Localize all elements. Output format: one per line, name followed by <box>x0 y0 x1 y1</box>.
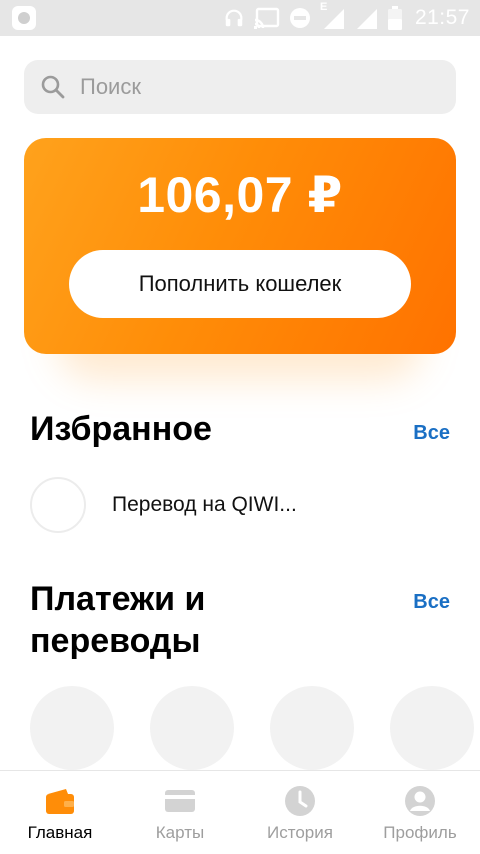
nav-item-home[interactable]: Главная <box>0 771 120 854</box>
favorite-item[interactable]: Перевод на QIWI... <box>30 475 430 535</box>
signal-icon <box>356 9 377 29</box>
app-notification-icon <box>12 6 36 30</box>
clock-icon <box>285 786 315 816</box>
balance-amount: 106,07 ₽ <box>137 167 343 223</box>
payment-item-placeholder[interactable] <box>390 686 474 770</box>
favorite-avatar <box>30 477 86 533</box>
balance-card: 106,07 ₽ Пополнить кошелек <box>24 138 456 354</box>
profile-icon <box>405 786 435 816</box>
payments-title-line2: переводы <box>30 622 201 660</box>
nav-item-cards[interactable]: Карты <box>120 771 240 854</box>
search-input[interactable] <box>80 74 420 100</box>
status-time: 21:57 <box>414 6 470 29</box>
main-screen: E 21:57 106,07 ₽ Пополнить кошелек Избра <box>0 0 480 854</box>
favorites-title: Избранное <box>30 410 212 448</box>
favorites-see-all-link[interactable]: Все <box>413 422 450 445</box>
bottom-navigation: Главная Карты История Профиль <box>0 770 480 854</box>
nav-item-history[interactable]: История <box>240 771 360 854</box>
signal-e-icon: E <box>320 1 346 29</box>
search-icon <box>41 75 65 99</box>
search-bar[interactable] <box>24 60 456 114</box>
payment-item-placeholder[interactable] <box>30 686 114 770</box>
nav-item-profile[interactable]: Профиль <box>360 771 480 854</box>
card-icon <box>165 790 195 812</box>
nav-item-label: Главная <box>27 823 93 842</box>
cast-icon <box>253 7 280 29</box>
network-type-label: E <box>319 1 328 13</box>
nav-item-label: Профиль <box>383 823 457 842</box>
headphones-icon <box>225 9 243 27</box>
do-not-disturb-icon <box>289 8 310 28</box>
wallet-icon <box>46 789 74 814</box>
payments-list <box>30 686 480 770</box>
nav-item-label: Карты <box>155 823 205 842</box>
battery-icon <box>387 6 402 30</box>
payment-item-placeholder[interactable] <box>270 686 354 770</box>
payments-see-all-link[interactable]: Все <box>413 591 450 614</box>
nav-item-label: История <box>267 823 333 842</box>
payments-title-line1: Платежи и <box>30 580 206 618</box>
payment-item-placeholder[interactable] <box>150 686 234 770</box>
topup-wallet-button[interactable]: Пополнить кошелек <box>69 250 411 318</box>
favorite-item-label: Перевод на QIWI... <box>112 493 297 516</box>
status-bar: E 21:57 <box>0 0 480 36</box>
